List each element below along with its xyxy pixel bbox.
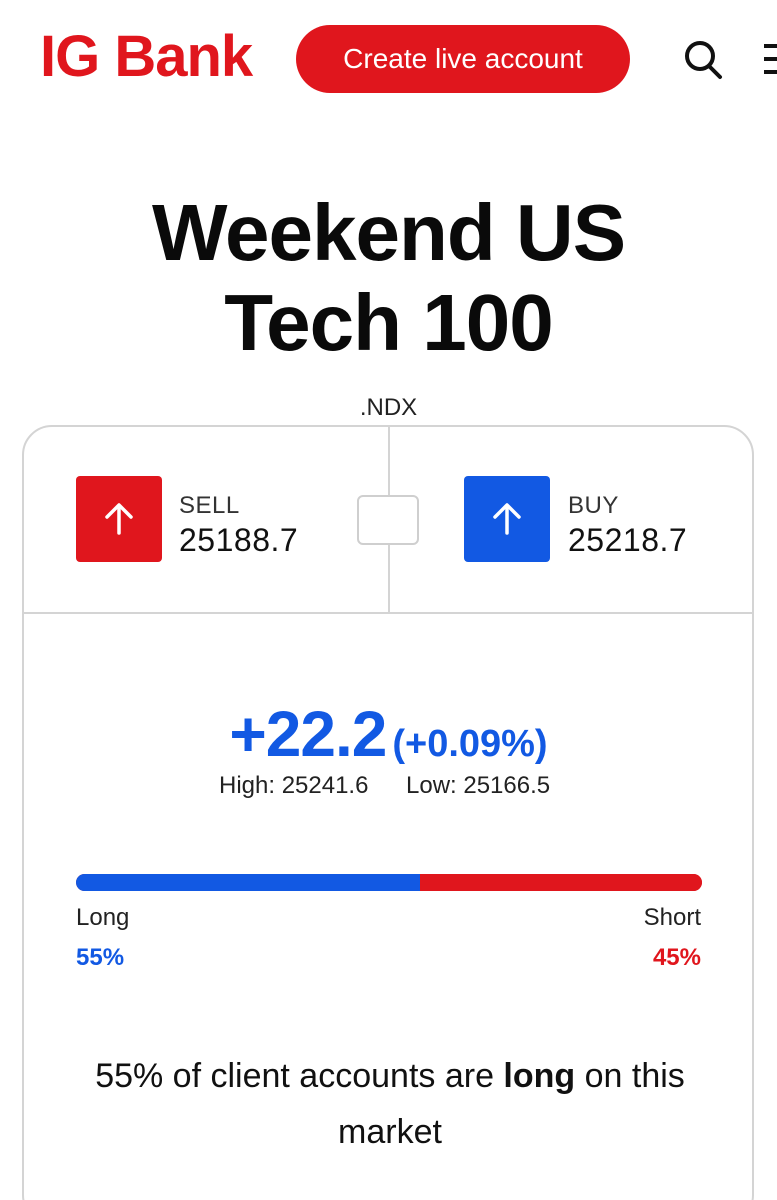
create-live-account-button[interactable]: Create live account xyxy=(296,25,630,93)
buy-label: BUY xyxy=(568,492,619,519)
arrow-up-icon xyxy=(105,503,133,535)
sentiment-long-fill xyxy=(76,874,421,891)
search-icon[interactable] xyxy=(682,38,726,82)
summary-bold: long xyxy=(503,1057,576,1095)
divider xyxy=(388,427,390,495)
sell-price: 25188.7 xyxy=(179,522,299,558)
price-change: +22.2 (+0.09%) xyxy=(0,697,777,771)
sentiment-bar xyxy=(76,874,702,891)
long-percent: 55% xyxy=(76,944,125,971)
spread-box xyxy=(357,495,419,545)
divider xyxy=(24,612,754,614)
day-low: Low: 25166.5 xyxy=(406,772,551,799)
short-percent: 45% xyxy=(652,944,701,971)
change-value: +22.2 xyxy=(229,698,387,770)
arrow-up-icon xyxy=(493,503,521,535)
title-line-1: Weekend US xyxy=(151,188,626,277)
sell-button[interactable] xyxy=(76,476,162,562)
menu-icon[interactable] xyxy=(764,44,777,74)
sell-label: SELL xyxy=(179,492,240,519)
divider xyxy=(388,545,390,612)
ig-bank-logo[interactable]: IG Bank xyxy=(40,28,253,86)
summary-prefix: 55% of client accounts are xyxy=(95,1057,504,1095)
page-title: Weekend US Tech 100 xyxy=(0,188,777,368)
change-percent: (+0.09%) xyxy=(392,723,548,765)
short-label: Short xyxy=(643,904,701,931)
sentiment-short-fill xyxy=(420,874,702,891)
title-line-2: Tech 100 xyxy=(224,278,553,367)
sentiment-summary: 55% of client accounts are long on this … xyxy=(60,1048,720,1160)
buy-price: 25218.7 xyxy=(568,522,688,558)
market-page: IG Bank Create live account Weekend US T… xyxy=(0,0,777,1200)
buy-button[interactable] xyxy=(464,476,550,562)
day-high: High: 25241.6 xyxy=(219,772,369,799)
long-label: Long xyxy=(76,904,130,931)
ticker-symbol: .NDX xyxy=(359,394,418,421)
